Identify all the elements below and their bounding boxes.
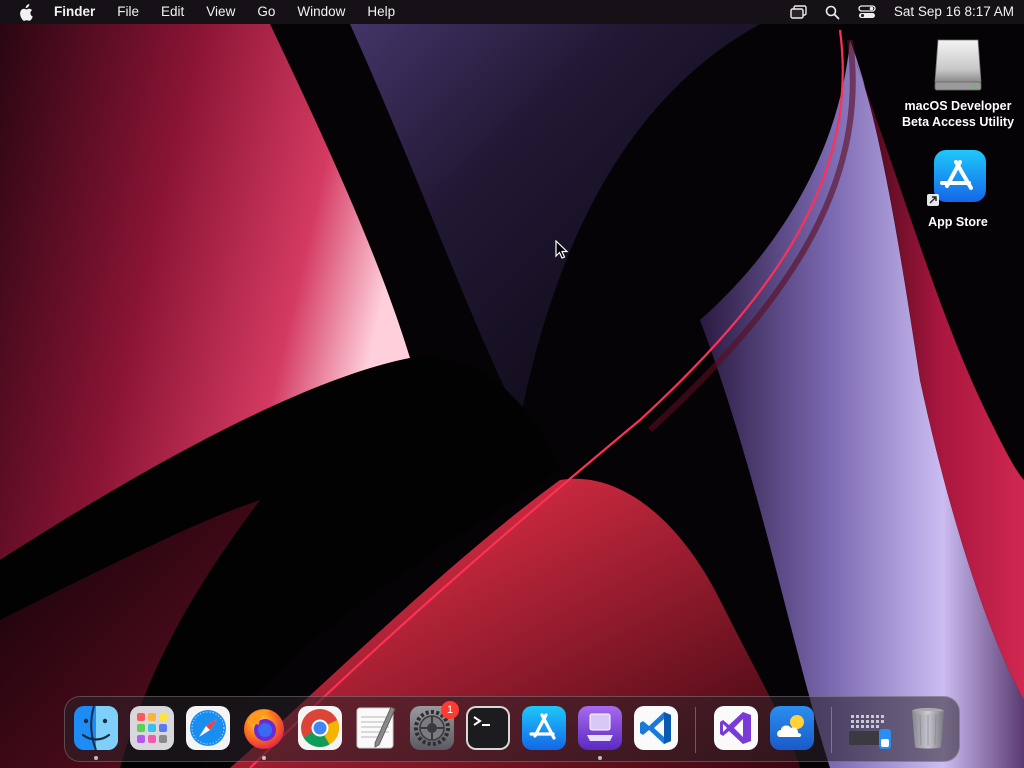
spotlight-search-icon[interactable] [824, 3, 842, 21]
dock-weather[interactable] [769, 705, 815, 751]
disk-image-icon [934, 39, 982, 91]
menu-help[interactable]: Help [367, 0, 395, 24]
dock-simulator[interactable] [577, 705, 623, 751]
launchpad-icon [130, 706, 174, 750]
menu-app-name[interactable]: Finder [54, 0, 95, 24]
dock-visual-studio[interactable] [713, 705, 759, 751]
safari-icon [186, 706, 230, 750]
dock-trash[interactable] [905, 705, 951, 751]
running-indicator [94, 756, 98, 760]
dock-separator [695, 707, 696, 753]
downloads-stack-icon [849, 715, 891, 749]
menu-bar: Finder File Edit View Go Window Help Sat… [0, 0, 1024, 24]
running-indicator [598, 756, 602, 760]
terminal-icon [466, 706, 510, 750]
dock-chrome[interactable] [297, 705, 343, 751]
menu-go[interactable]: Go [257, 0, 275, 24]
dock-launchpad[interactable] [129, 705, 175, 751]
running-indicator [262, 756, 266, 760]
chrome-icon [298, 706, 342, 750]
apple-menu-icon[interactable] [18, 3, 34, 21]
menu-edit[interactable]: Edit [161, 0, 184, 24]
desktop-icon-app-store[interactable]: App Store [898, 150, 1018, 230]
desktop-icon-label: macOS Developer Beta Access Utility [901, 99, 1015, 129]
finder-icon [74, 705, 118, 751]
wallpaper [0, 0, 1024, 768]
trash-icon [911, 707, 945, 749]
weather-icon [770, 706, 814, 750]
menu-view[interactable]: View [206, 0, 235, 24]
dock-textedit[interactable] [353, 705, 399, 751]
dock: 1 [64, 696, 960, 762]
dock-system-settings[interactable]: 1 [409, 701, 459, 751]
textedit-icon [356, 706, 396, 749]
mouse-cursor-icon [555, 240, 569, 259]
simulator-icon [578, 706, 622, 750]
desktop[interactable]: Finder File Edit View Go Window Help Sat… [0, 0, 1024, 768]
menu-bar-clock[interactable]: Sat Sep 16 8:17 AM [894, 0, 1014, 24]
notification-badge: 1 [441, 701, 459, 719]
dock-app-store[interactable] [521, 705, 567, 751]
dock-separator [831, 707, 832, 753]
dock-finder[interactable] [73, 705, 119, 751]
desktop-icon-label: App Store [928, 215, 988, 229]
dock-downloads-stack[interactable] [849, 705, 895, 751]
app-store-icon [522, 706, 566, 750]
dock-safari[interactable] [185, 705, 231, 751]
dock-vscode[interactable] [633, 705, 679, 751]
app-store-alias-icon [927, 150, 986, 206]
menu-file[interactable]: File [117, 0, 139, 24]
firefox-icon [244, 709, 284, 749]
control-center-icon[interactable] [858, 3, 876, 21]
vscode-icon [634, 706, 678, 750]
desktop-icon-developer-beta-utility[interactable]: macOS Developer Beta Access Utility [898, 34, 1018, 130]
menu-window[interactable]: Window [297, 0, 345, 24]
screen-mirroring-icon[interactable] [790, 3, 808, 21]
dock-firefox[interactable] [241, 705, 287, 751]
visual-studio-icon [714, 706, 758, 750]
dock-terminal[interactable] [465, 705, 511, 751]
